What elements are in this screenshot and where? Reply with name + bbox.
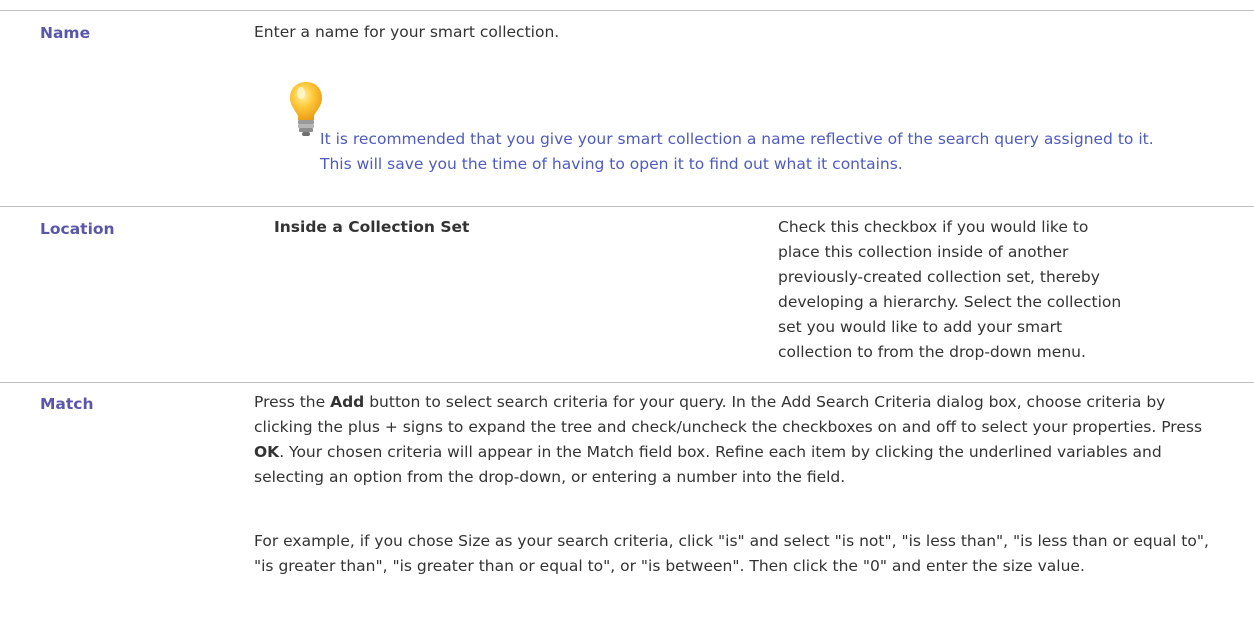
lightbulb-icon (290, 82, 322, 136)
match-paragraph-2: For example, if you chose Size as your s… (254, 532, 1209, 575)
term-location: Location (40, 220, 115, 238)
location-description: Check this checkbox if you would like to… (778, 218, 1122, 361)
tip-text: It is recommended that you give your sma… (320, 130, 1154, 173)
row-divider (0, 10, 1254, 11)
row-divider (0, 206, 1254, 207)
term-match: Match (40, 395, 94, 413)
row-divider (0, 382, 1254, 383)
name-description: Enter a name for your smart collection. (254, 23, 560, 41)
term-name: Name (40, 24, 91, 42)
match-paragraph-1: Press the Add button to select search cr… (254, 393, 1203, 486)
add-keyword: Add (330, 393, 365, 411)
location-option: Inside a Collection Set (274, 218, 470, 236)
ok-keyword: OK (254, 443, 280, 461)
